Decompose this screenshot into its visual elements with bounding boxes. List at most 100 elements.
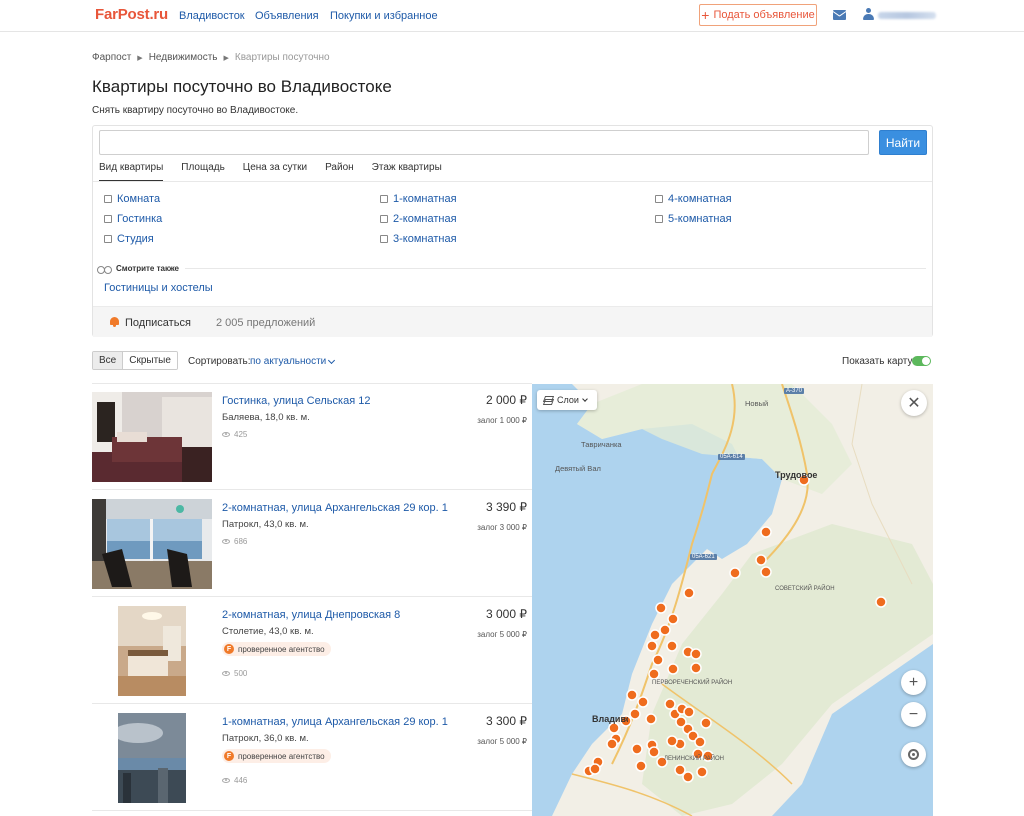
listing-item[interactable]: 2-комнатная, улица Днепровская 8 Столети…: [92, 598, 532, 704]
post-ad-label: Подать объявление: [713, 9, 815, 21]
option-2room[interactable]: 2-комнатная: [380, 213, 457, 225]
checkbox[interactable]: [655, 215, 663, 223]
views-count: 500: [234, 669, 248, 678]
search-button[interactable]: Найти: [879, 130, 927, 155]
eye-icon: [222, 432, 230, 437]
listing-item[interactable]: Гостинка, улица Сельская 12 Баляева, 18,…: [92, 384, 532, 490]
listing-photo[interactable]: [118, 713, 186, 803]
subscribe-button[interactable]: Подписаться: [125, 317, 191, 329]
map-label: ЛЕНИНСКИЙ РАЙОН: [664, 756, 724, 762]
option-label[interactable]: 5-комнатная: [668, 213, 732, 225]
chevron-down-icon: [582, 396, 588, 402]
segment-all[interactable]: Все: [93, 352, 124, 369]
zoom-out-button[interactable]: −: [901, 702, 926, 727]
breadcrumb-realty[interactable]: Недвижимость: [149, 52, 218, 63]
eye-icon: [222, 539, 230, 544]
verified-agency-badge: F проверенное агентство: [222, 749, 331, 763]
checkbox[interactable]: [380, 215, 388, 223]
checkbox[interactable]: [655, 195, 663, 203]
option-label[interactable]: 1-комнатная: [393, 193, 457, 205]
user-icon[interactable]: [863, 8, 874, 21]
map-layers-button[interactable]: Слои: [537, 390, 597, 410]
close-icon[interactable]: ✕: [901, 390, 927, 416]
option-3room[interactable]: 3-комнатная: [380, 233, 457, 245]
breadcrumb-farpost[interactable]: Фарпост: [92, 52, 131, 63]
filter-panel: Найти Вид квартиры Площадь Цена за сутки…: [92, 125, 933, 337]
show-map-label: Показать карту: [842, 356, 913, 367]
search-input[interactable]: [99, 130, 869, 155]
listing-description: Баляева, 18,0 кв. м.: [222, 412, 310, 423]
subscribe-bar: Подписаться 2 005 предложений: [93, 306, 932, 337]
show-map-toggle[interactable]: [912, 356, 931, 366]
sort-dropdown[interactable]: по актуальности: [250, 356, 336, 367]
listing-title[interactable]: 2-комнатная, улица Архангельская 29 кор.…: [222, 502, 448, 514]
zoom-in-button[interactable]: +: [901, 670, 926, 695]
listing-title[interactable]: Гостинка, улица Сельская 12: [222, 395, 370, 407]
visibility-segment: Все Скрытые: [92, 351, 178, 370]
map-label: Девятый Вал: [555, 464, 601, 473]
nav-purchases[interactable]: Покупки и избранное: [330, 10, 438, 22]
farpost-badge-icon: F: [224, 644, 234, 654]
option-1room[interactable]: 1-комнатная: [380, 193, 457, 205]
breadcrumb-separator-icon: ▶: [223, 54, 229, 62]
tab-area[interactable]: Площадь: [181, 162, 225, 182]
option-label[interactable]: Гостинка: [117, 213, 162, 225]
option-label[interactable]: 3-комнатная: [393, 233, 457, 245]
listing-deposit: залог 5 000 ₽: [477, 737, 527, 746]
chevron-down-icon: [328, 356, 336, 364]
listing-views: 425: [222, 430, 247, 439]
option-5room[interactable]: 5-комнатная: [655, 213, 732, 225]
page-subtitle: Снять квартиру посуточно во Владивостоке…: [92, 105, 299, 116]
option-label[interactable]: 2-комнатная: [393, 213, 457, 225]
locate-button[interactable]: [901, 742, 926, 767]
locate-icon: [908, 749, 919, 760]
listing-price: 3 300 ₽: [486, 714, 527, 728]
road-badge: А-370: [784, 388, 805, 394]
option-studio[interactable]: Студия: [104, 233, 154, 245]
map-label: СОВЕТСКИЙ РАЙОН: [775, 586, 835, 592]
listing-item[interactable]: 2-комнатная, улица Архангельская 29 кор.…: [92, 491, 532, 597]
listing-photo[interactable]: [92, 499, 212, 589]
plus-icon: +: [701, 7, 710, 23]
tab-price[interactable]: Цена за сутки: [243, 162, 307, 182]
option-room[interactable]: Комната: [104, 193, 160, 205]
tab-district[interactable]: Район: [325, 162, 354, 182]
nav-ads[interactable]: Объявления: [255, 10, 319, 22]
bell-icon[interactable]: [110, 317, 119, 327]
checkbox[interactable]: [380, 235, 388, 243]
option-label[interactable]: 4-комнатная: [668, 193, 732, 205]
option-label[interactable]: Студия: [117, 233, 154, 245]
listings-map[interactable]: А-370 05А-614 05А-621 Новый Тавричанка Д…: [532, 384, 933, 816]
checkbox[interactable]: [380, 195, 388, 203]
tab-floor[interactable]: Этаж квартиры: [372, 162, 442, 182]
segment-hidden[interactable]: Скрытые: [123, 352, 177, 369]
listing-title[interactable]: 2-комнатная, улица Днепровская 8: [222, 609, 400, 621]
hotels-hostels-link[interactable]: Гостиницы и хостелы: [104, 282, 213, 294]
map-label: Новый: [745, 399, 769, 408]
views-count: 425: [234, 430, 248, 439]
listing-price: 3 000 ₽: [486, 607, 527, 621]
nav-city[interactable]: Владивосток: [179, 10, 245, 22]
listing-title[interactable]: 1-комнатная, улица Архангельская 29 кор.…: [222, 716, 448, 728]
binoculars-icon: [97, 265, 113, 274]
map-label: Трудовое: [775, 470, 818, 480]
option-gostinka[interactable]: Гостинка: [104, 213, 162, 225]
listing-photo[interactable]: [118, 606, 186, 696]
option-4room[interactable]: 4-комнатная: [655, 193, 732, 205]
checkbox[interactable]: [104, 235, 112, 243]
views-count: 686: [234, 537, 248, 546]
site-logo[interactable]: FarPost.ru: [95, 6, 168, 23]
road-badge: 05А-614: [718, 454, 745, 460]
tab-apartment-type[interactable]: Вид квартиры: [99, 162, 164, 182]
sort-value[interactable]: по актуальности: [250, 356, 326, 367]
listing-views: 500: [222, 669, 247, 678]
listing-photo[interactable]: [92, 392, 212, 482]
mail-icon[interactable]: [833, 10, 846, 20]
post-ad-button[interactable]: + Подать объявление: [699, 4, 817, 26]
checkbox[interactable]: [104, 195, 112, 203]
checkbox[interactable]: [104, 215, 112, 223]
user-name-blurred[interactable]: [878, 12, 936, 19]
eye-icon: [222, 778, 230, 783]
listing-item[interactable]: 1-комнатная, улица Архангельская 29 кор.…: [92, 705, 532, 811]
option-label[interactable]: Комната: [117, 193, 160, 205]
